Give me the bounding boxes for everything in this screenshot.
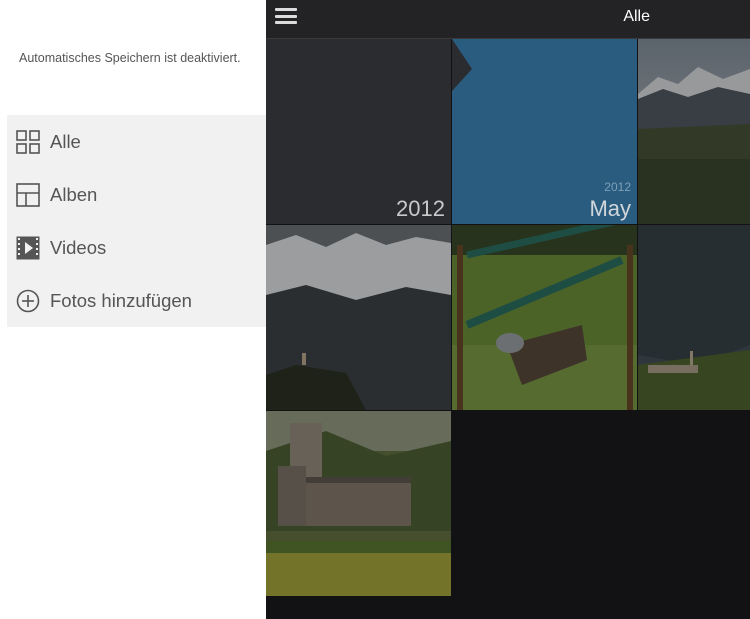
plus-circle-icon bbox=[15, 288, 41, 314]
photo-library-panel: Alle 2012 2012 May bbox=[266, 0, 750, 619]
menu-item-label: Videos bbox=[50, 236, 107, 258]
year-label: 2012 bbox=[396, 196, 445, 221]
page-title: Alle bbox=[623, 8, 650, 25]
menu-item-label: Alle bbox=[50, 130, 81, 152]
month-year-label: 2012 bbox=[604, 180, 631, 194]
menu-item-label: Alben bbox=[50, 183, 98, 205]
photo-thumbnail[interactable] bbox=[266, 225, 451, 410]
autosave-status-text: Automatisches Speichern ist deaktiviert. bbox=[19, 51, 241, 65]
video-icon bbox=[15, 235, 41, 261]
menu-item-fotos-hinzufuegen[interactable]: Fotos hinzufügen bbox=[7, 274, 266, 327]
month-divider-tile[interactable]: 2012 May bbox=[452, 39, 637, 224]
year-divider-tile[interactable]: 2012 bbox=[266, 39, 451, 224]
photo-thumbnail[interactable] bbox=[638, 39, 750, 224]
grid-icon bbox=[15, 129, 41, 155]
side-drawer: Automatisches Speichern ist deaktiviert.… bbox=[0, 0, 266, 619]
menu-item-alben[interactable]: Alben bbox=[7, 168, 266, 221]
menu-item-videos[interactable]: Videos bbox=[7, 221, 266, 274]
menu-item-alle[interactable]: Alle bbox=[7, 115, 266, 168]
menu-item-label: Fotos hinzufügen bbox=[50, 289, 192, 311]
drawer-menu: Alle Alben Videos Fotos hinzufügen bbox=[7, 115, 266, 327]
month-label: May bbox=[589, 196, 631, 221]
photo-thumbnail[interactable] bbox=[266, 411, 451, 596]
album-icon bbox=[15, 182, 41, 208]
photo-thumbnail[interactable] bbox=[452, 225, 637, 410]
top-bar: Alle bbox=[266, 0, 750, 39]
photo-thumbnail[interactable] bbox=[638, 225, 750, 410]
